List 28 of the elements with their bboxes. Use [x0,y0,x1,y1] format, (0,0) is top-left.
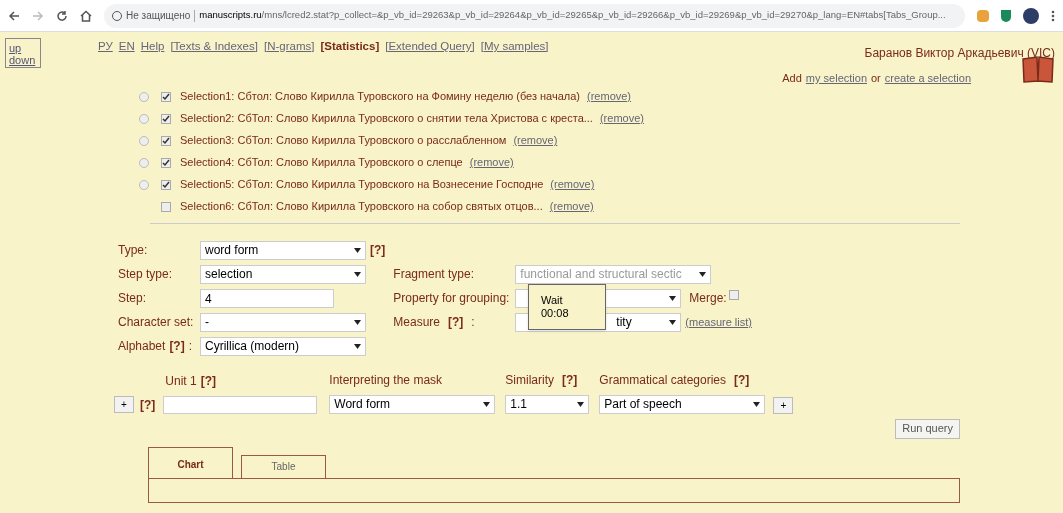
or-label: or [871,71,881,86]
field-label: Property for grouping: [393,290,511,307]
selection-label: Selection2: СбТол: Слово Кирилла Туровского о снятии тела Христова с креста... [180,111,593,127]
url-text: manuscripts.ru/mns/lcred2.stat?p_collect=&p_vb_id=29263&p_vb_id=29264&p_vb_id=29265&p_vb_id=29266&p_vb_id=29269&p_vb_id=29270&p_lang=EN#tabs[Tabs_Group... [199,8,946,23]
user-name: Баранов Виктор Аркадьевич (VIC) [864,45,1055,62]
field-label: Step: [118,290,148,307]
selection-label: Selection6: СбТол: Слово Кирилла Туровского на собор святых отцов... [180,199,543,215]
field-label: Measure [393,314,440,331]
field-label: Character set: [118,314,195,331]
selection-label: Selection4: СбТол: Слово Кирилла Туровского о слепце [180,155,463,171]
field-label: Similarity [505,371,554,389]
wait-label: Wait [541,293,564,307]
selection-label: Selection3: СбТол: Слово Кирилла Туровского о расслабленном [180,133,507,149]
security-label: Не защищено [126,9,191,23]
field-label: Unit 1 [165,372,197,390]
add-label: Add [782,71,802,86]
field-label: Interpreting the mask [329,371,444,389]
field-label: Alphabet [118,338,166,355]
field-label: Type: [118,242,149,259]
selection-label: Selection1: Сбтол: Слово Кирилла Туровского на Фомину неделю (без начала) [180,89,581,105]
selection-label: Selection5: СбТол: Слово Кирилла Туровского на Вознесение Господне [180,177,544,193]
field-label: : [471,314,475,331]
field-label: Fragment type: [393,266,476,283]
field-label: : [188,338,193,355]
field-label: Merge: [689,290,727,307]
field-label: Step type: [118,266,174,283]
wait-timer: 00:08 [541,306,570,320]
field-label: Grammatical categories [599,371,727,389]
